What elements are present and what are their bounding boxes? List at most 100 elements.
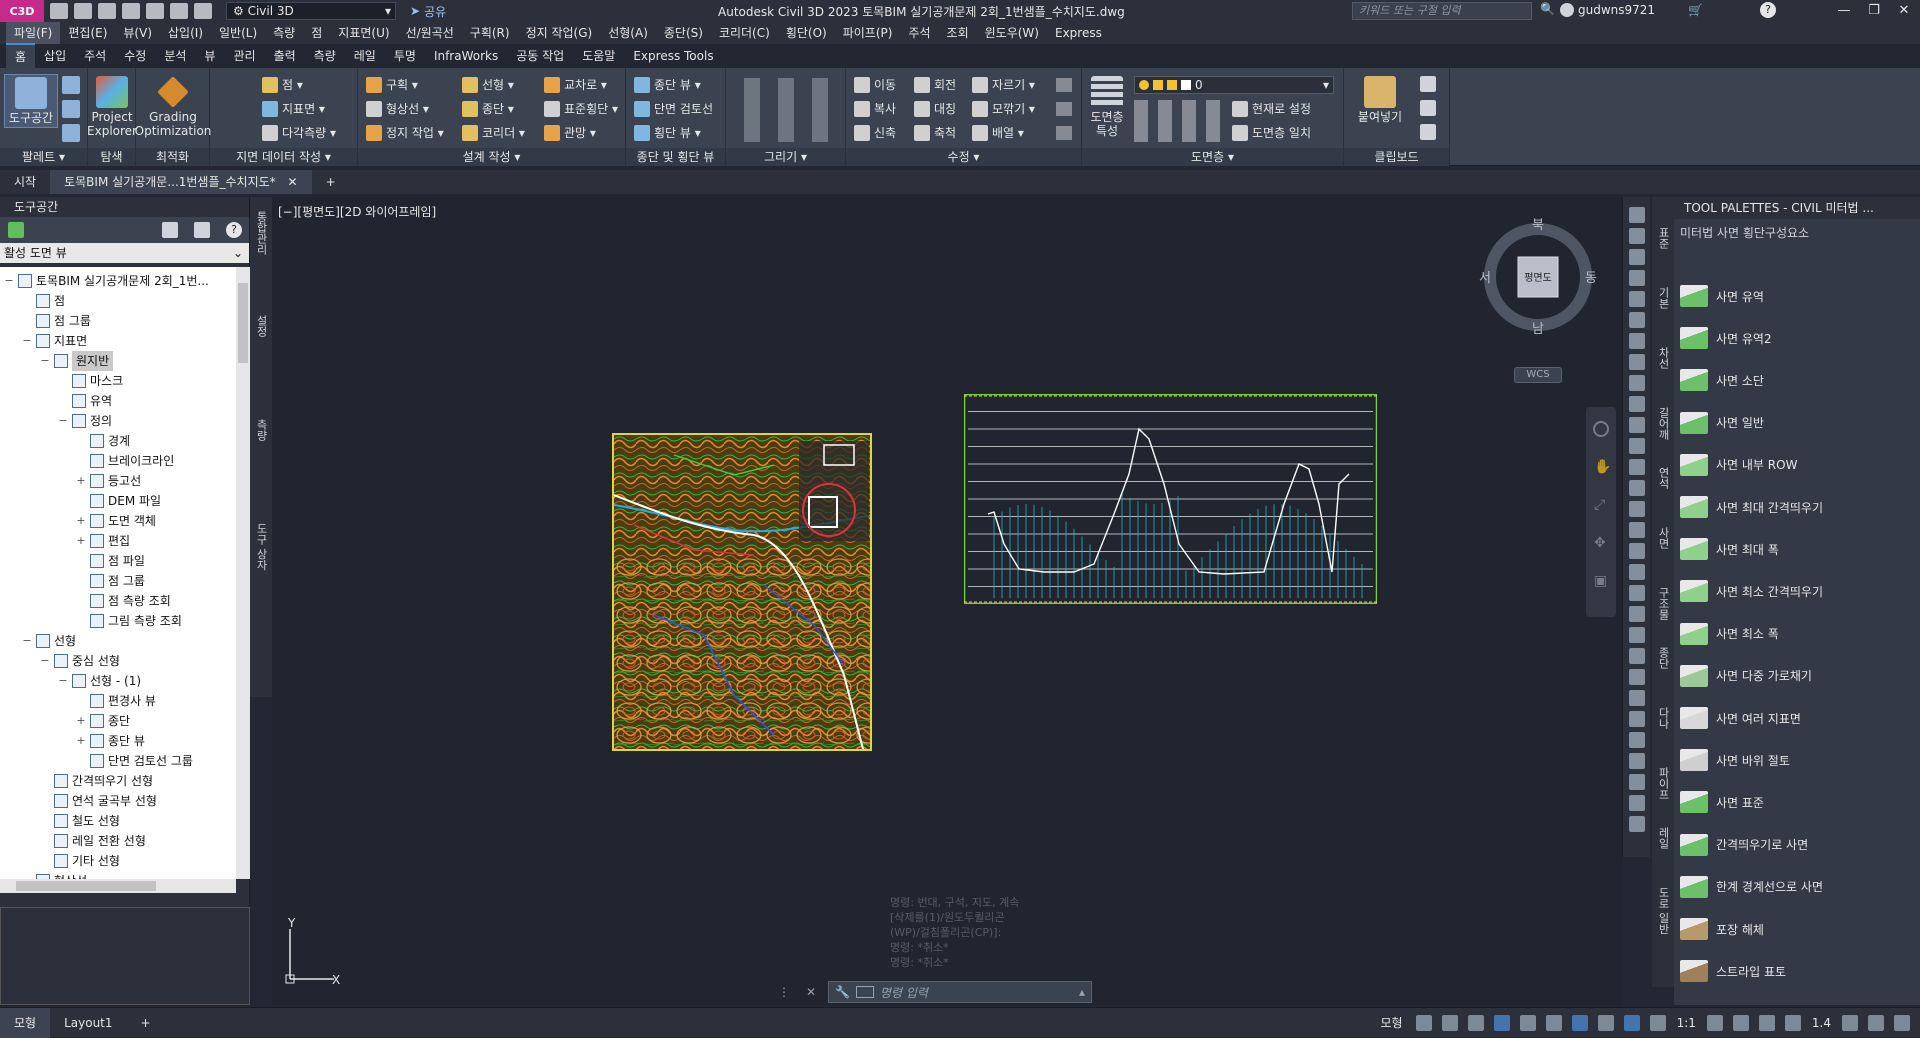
showmotion-icon[interactable]: ▣: [1594, 573, 1607, 589]
cart-icon[interactable]: 🛒: [1688, 3, 1703, 17]
tree-node[interactable]: + 종단 뷰: [76, 731, 145, 751]
intersection-button[interactable]: 교차로 ▾: [544, 76, 607, 93]
menu-item[interactable]: 정지 작업(G): [518, 22, 601, 44]
modify-extra-icons[interactable]: [1056, 78, 1072, 142]
cut-icon[interactable]: [1420, 76, 1436, 92]
palette-side-tab[interactable]: 레일: [1655, 827, 1671, 849]
plot-icon[interactable]: [146, 3, 164, 19]
expand-toggle-icon[interactable]: +: [76, 471, 86, 491]
close-button[interactable]: ✕: [1890, 0, 1918, 22]
match-layer-button[interactable]: 도면층 일치: [1232, 124, 1311, 141]
toolspace-side-tab[interactable]: 도구 상자: [253, 523, 269, 571]
search-input[interactable]: 키워드 또는 구절 입력: [1352, 2, 1532, 20]
palette-side-tab[interactable]: 도로 일반: [1655, 887, 1671, 935]
palette-item[interactable]: 사면 최소 간격띄우기: [1680, 576, 1823, 606]
palette-tool-icon[interactable]: [1629, 291, 1645, 307]
menu-item[interactable]: 선형(A): [600, 22, 656, 44]
plus-icon[interactable]: [1732, 1014, 1749, 1031]
panel-title[interactable]: 설계 작성 ▾: [358, 148, 625, 166]
polar-icon[interactable]: [1493, 1014, 1510, 1031]
app-logo[interactable]: C3D: [0, 0, 44, 22]
panel-title[interactable]: 지면 데이터 작성 ▾: [210, 148, 357, 166]
surfaces-button[interactable]: 지표면 ▾: [262, 100, 325, 117]
share-button[interactable]: ➤ 공유: [410, 3, 446, 20]
scroll-thumb[interactable]: [238, 283, 248, 363]
menu-item[interactable]: 코리더(C): [711, 22, 778, 44]
trim-button[interactable]: 자르기 ▾: [972, 76, 1035, 93]
tree-node[interactable]: 점 파일: [76, 551, 145, 571]
palette-item[interactable]: 사면 다중 가로채기: [1680, 661, 1812, 691]
expand-toggle-icon[interactable]: −: [22, 631, 32, 651]
menu-item[interactable]: 삽입(I): [160, 22, 211, 44]
ribbon-tab[interactable]: 수정: [115, 44, 155, 68]
copy-button[interactable]: 복사: [854, 100, 896, 117]
match-properties-icon[interactable]: [1420, 124, 1436, 140]
tree-vertical-scrollbar[interactable]: [236, 267, 250, 879]
menu-item[interactable]: 편집(E): [60, 22, 115, 44]
expand-toggle-icon[interactable]: −: [58, 411, 68, 431]
customize-icon[interactable]: [1894, 1014, 1910, 1031]
tree-view-icon[interactable]: [162, 222, 178, 238]
palette-item[interactable]: 사면 유역2: [1680, 323, 1772, 353]
palette-tool-icon[interactable]: [1629, 690, 1645, 706]
section-view-button[interactable]: 횡단 뷰 ▾: [634, 124, 701, 141]
expand-toggle-icon[interactable]: −: [58, 671, 68, 691]
expand-toggle-icon[interactable]: −: [22, 331, 32, 351]
panel-title[interactable]: 그리기 ▾: [726, 148, 845, 166]
username[interactable]: gudwns9721: [1578, 3, 1655, 17]
array-button[interactable]: 배열 ▾: [972, 124, 1024, 141]
palette-tool-icon[interactable]: [1629, 333, 1645, 349]
menu-item[interactable]: 일반(L): [211, 22, 265, 44]
palette-item[interactable]: 사면 최대 폭: [1680, 534, 1779, 564]
palette-item[interactable]: 사면 일반: [1680, 408, 1764, 438]
points-button[interactable]: 점 ▾: [262, 76, 303, 93]
menu-item[interactable]: 지표면(U): [330, 22, 397, 44]
pan-icon[interactable]: ✋: [1594, 459, 1611, 475]
palette-tool-icon[interactable]: [1629, 249, 1645, 265]
wcs-menu[interactable]: WCS: [1514, 367, 1562, 383]
save-as-icon[interactable]: [122, 3, 140, 19]
command-line[interactable]: 🔧 명령 입력 ▴: [828, 981, 1092, 1003]
prospector-icon[interactable]: [62, 76, 80, 94]
project-explorer-button[interactable]: Project Explorer: [87, 76, 137, 138]
tree-node[interactable]: − 선형: [22, 631, 76, 651]
tab-drawing[interactable]: 토목BIM 실기공개문...1번샘플_수치지도* ✕: [50, 170, 312, 194]
tree-node[interactable]: 편경사 뷰: [76, 691, 156, 711]
menu-item[interactable]: 점: [303, 22, 330, 44]
menu-item[interactable]: 파일(F): [6, 22, 61, 44]
palette-tool-icon[interactable]: [1629, 501, 1645, 517]
ribbon-tab[interactable]: 레일: [345, 44, 385, 68]
ribbon-tab[interactable]: 삽입: [35, 44, 75, 68]
palette-title[interactable]: TOOL PALETTES - CIVIL 미터법 ...: [1674, 197, 1920, 219]
ribbon-tab[interactable]: 관리: [224, 44, 264, 68]
command-dropdown-icon[interactable]: [855, 986, 874, 998]
save-icon[interactable]: [98, 3, 116, 19]
clean-screen-icon[interactable]: [1868, 1014, 1884, 1031]
palette-tool-icon[interactable]: [1629, 312, 1645, 328]
ribbon-tab[interactable]: InfraWorks: [425, 44, 507, 68]
snap-icon[interactable]: [1441, 1014, 1458, 1031]
traverse-button[interactable]: 다각측량 ▾: [262, 124, 336, 141]
auto-scale-icon[interactable]: [1649, 1014, 1666, 1031]
osnap-icon[interactable]: [1571, 1014, 1588, 1031]
assembly-button[interactable]: 표준횡단 ▾: [544, 100, 618, 117]
viewport-controls[interactable]: [−][평면도][2D 와이어프레임]: [278, 203, 436, 220]
chevron-up-icon[interactable]: ▴: [1079, 985, 1085, 999]
menu-item[interactable]: 선/원곡선: [398, 22, 462, 44]
draw-tools-icon[interactable]: [734, 78, 834, 142]
tree-node[interactable]: − 정의: [58, 411, 112, 431]
palette-tool-icon[interactable]: [1629, 711, 1645, 727]
tree-node[interactable]: 형상선: [22, 871, 87, 879]
zoom-extents-icon[interactable]: ⤢: [1594, 497, 1605, 513]
palette-tool-icon[interactable]: [1629, 417, 1645, 433]
zoom-icon[interactable]: [1784, 1014, 1801, 1031]
palette-item[interactable]: 사면 바위 절토: [1680, 745, 1790, 775]
palette-tool-icon[interactable]: [1629, 375, 1645, 391]
palette-item[interactable]: 사면 내부 ROW: [1680, 450, 1797, 480]
expand-toggle-icon[interactable]: +: [76, 531, 86, 551]
tree-node[interactable]: 철도 선형: [40, 811, 120, 831]
layer-tools-icons[interactable]: [1134, 100, 1224, 142]
prospector-tab-icon[interactable]: [8, 222, 24, 238]
toolspace-side-tab[interactable]: 통합관리: [253, 211, 269, 255]
expand-toggle-icon[interactable]: −: [40, 351, 50, 371]
